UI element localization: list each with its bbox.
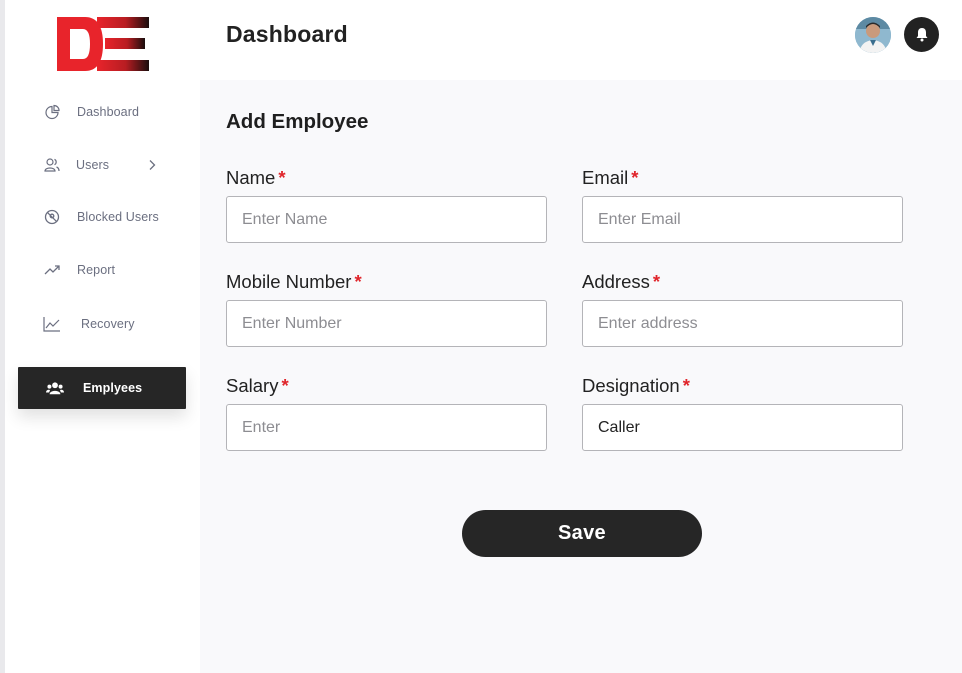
line-chart-icon: [43, 315, 61, 333]
mobile-input[interactable]: [226, 300, 547, 347]
chevron-right-icon[interactable]: [146, 159, 158, 171]
required-marker: *: [278, 167, 286, 188]
user-avatar[interactable]: [855, 17, 891, 53]
sidebar-item-employees[interactable]: Emplyees: [18, 367, 186, 409]
sidebar-item-blocked-users[interactable]: Blocked Users: [18, 196, 186, 238]
required-marker: *: [631, 167, 639, 188]
page-title: Dashboard: [226, 21, 348, 47]
salary-label: Salary *: [226, 375, 547, 399]
address-input[interactable]: [582, 300, 903, 347]
mobile-label-text: Mobile Number: [226, 271, 352, 292]
sidebar-item-label: Recovery: [81, 317, 135, 331]
sidebar-item-dashboard[interactable]: Dashboard: [18, 91, 186, 133]
save-button[interactable]: Save: [462, 510, 702, 557]
sidebar-item-label: Report: [77, 263, 116, 277]
pie-chart-icon: [43, 103, 61, 121]
bell-icon: [916, 28, 927, 42]
designation-label: Designation *: [582, 375, 903, 399]
address-label: Address *: [582, 271, 903, 295]
name-input[interactable]: [226, 196, 547, 243]
trending-up-icon: [43, 261, 61, 279]
salary-field-group: Salary *: [226, 375, 547, 451]
email-field-group: Email *: [582, 167, 903, 243]
mobile-label: Mobile Number *: [226, 271, 547, 295]
designation-label-text: Designation: [582, 375, 680, 396]
required-marker: *: [354, 271, 362, 292]
salary-input[interactable]: [226, 404, 547, 451]
group-icon: [46, 379, 64, 397]
brand-logo[interactable]: [57, 17, 149, 71]
sidebar-item-label: Blocked Users: [77, 210, 159, 224]
sidebar-item-label: Emplyees: [83, 381, 143, 395]
email-input[interactable]: [582, 196, 903, 243]
name-label: Name *: [226, 167, 547, 191]
sidebar-item-report[interactable]: Report: [18, 249, 186, 291]
address-label-text: Address: [582, 271, 650, 292]
form-title: Add Employee: [226, 110, 369, 133]
address-field-group: Address *: [582, 271, 903, 347]
app-window: Dashboard Users Blocked Users Report Rec…: [0, 0, 962, 673]
sidebar-item-label: Users: [76, 158, 110, 172]
blocked-icon: [43, 208, 61, 226]
name-field-group: Name *: [226, 167, 547, 243]
designation-input[interactable]: [582, 404, 903, 451]
sidebar: Dashboard Users Blocked Users Report Rec…: [5, 0, 200, 673]
email-label-text: Email: [582, 167, 629, 188]
sidebar-item-recovery[interactable]: Recovery: [18, 303, 186, 345]
main-content: Add Employee Name* Email* Mobile Number*…: [200, 80, 962, 673]
required-marker: *: [281, 375, 289, 396]
email-label: Email *: [582, 167, 903, 191]
salary-label-text: Salary: [226, 375, 279, 396]
mobile-field-group: Mobile Number *: [226, 271, 547, 347]
users-icon: [43, 156, 61, 174]
top-header: Dashboard: [200, 0, 962, 80]
required-marker: *: [682, 375, 690, 396]
name-label-text: Name: [226, 167, 276, 188]
designation-field-group: Designation *: [582, 375, 903, 451]
sidebar-item-label: Dashboard: [77, 105, 140, 119]
notification-button[interactable]: [904, 17, 939, 52]
required-marker: *: [652, 271, 661, 292]
sidebar-item-users[interactable]: Users: [18, 144, 186, 186]
